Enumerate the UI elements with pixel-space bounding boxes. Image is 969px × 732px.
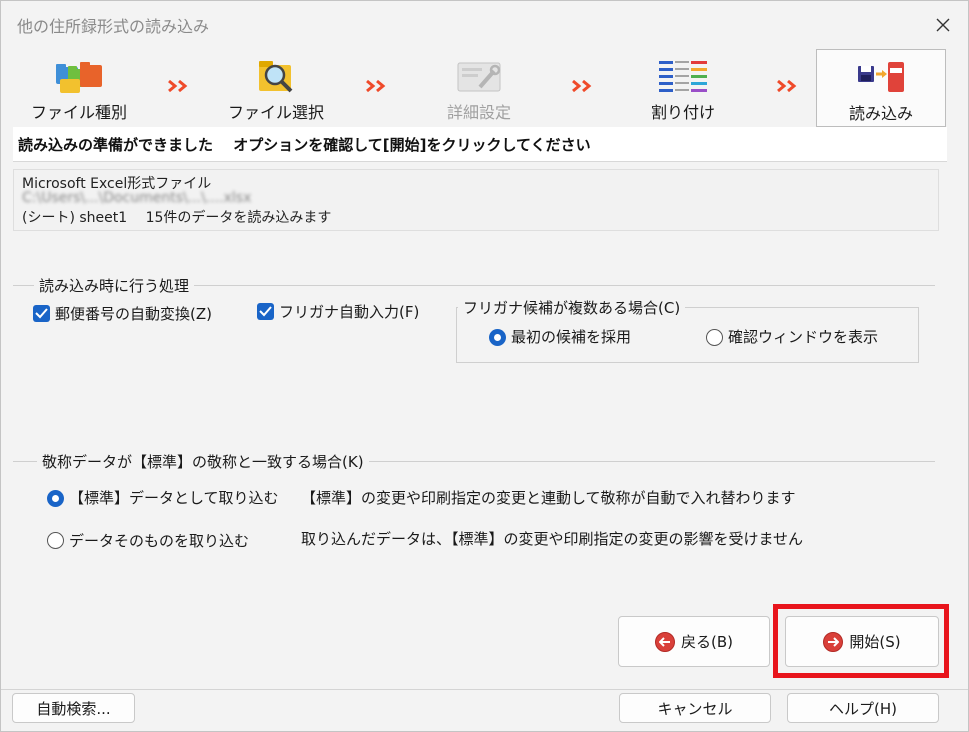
- honorific-group-title: 敬称データが【標準】の敬称と一致する場合(K): [37, 451, 369, 472]
- start-button-highlight: [773, 604, 949, 678]
- standard-data-description: 【標準】の変更や印刷指定の変更と連動して敬称が自動で入れ替わります: [301, 489, 796, 507]
- chevron-right-icon: [168, 79, 188, 93]
- file-path: C:\Users\...\Documents\...\....xlsx: [22, 190, 252, 206]
- radio-standard-data-label[interactable]: 【標準】データとして取り込む: [69, 487, 279, 508]
- status-message: 読み込みの準備ができました オプションを確認して[開始]をクリックしてください: [18, 136, 591, 154]
- back-button-label: 戻る(B): [681, 633, 733, 651]
- folders-icon: [56, 62, 102, 93]
- auto-search-button[interactable]: 自動検索...: [12, 693, 135, 723]
- radio-standard-data[interactable]: [47, 490, 64, 507]
- step-label: ファイル選択: [227, 103, 324, 122]
- close-icon: [936, 18, 950, 32]
- folder-search-icon: [259, 61, 293, 93]
- chevron-right-icon: [777, 79, 797, 93]
- step-detail-settings: 詳細設定: [415, 49, 543, 125]
- chevron-right-icon: [366, 79, 386, 93]
- auto-search-label: 自動検索...: [36, 699, 111, 718]
- step-label: 割り付け: [650, 103, 715, 122]
- step-label: 詳細設定: [446, 103, 511, 122]
- field-mapping-icon: [659, 61, 707, 92]
- import-dialog: 他の住所録形式の読み込み ファイル種別 ファイル選択 詳細設定 割り付け 読み込…: [0, 0, 969, 732]
- step-label: 読み込み: [848, 104, 913, 123]
- import-summary: (シート) sheet1 15件のデータを読み込みます: [22, 210, 332, 226]
- chevron-right-icon: [572, 79, 592, 93]
- check-icon: [259, 306, 272, 317]
- back-button[interactable]: 戻る(B): [618, 616, 770, 667]
- status-header: 読み込みの準備ができました オプションを確認して[開始]をクリックしてください: [13, 127, 947, 162]
- cancel-button[interactable]: キャンセル: [619, 693, 771, 723]
- settings-tools-icon: [457, 62, 501, 92]
- step-file-select[interactable]: ファイル選択: [212, 49, 340, 125]
- title-bar: 他の住所録形式の読み込み: [1, 1, 968, 45]
- file-info-box: Microsoft Excel形式ファイル C:\Users\...\Docum…: [13, 169, 939, 231]
- furigana-multi-title: フリガナ候補が複数ある場合(C): [458, 297, 686, 318]
- raw-data-description: 取り込んだデータは、【標準】の変更や印刷指定の変更の影響を受けません: [301, 530, 804, 548]
- radio-first-candidate[interactable]: [489, 329, 506, 346]
- postal-convert-label[interactable]: 郵便番号の自動変換(Z): [55, 303, 212, 324]
- step-mapping[interactable]: 割り付け: [619, 49, 747, 125]
- radio-confirm-window[interactable]: [706, 329, 723, 346]
- help-label: ヘルプ(H): [829, 699, 897, 718]
- furigana-auto-label[interactable]: フリガナ自動入力(F): [279, 301, 419, 322]
- radio-first-candidate-label[interactable]: 最初の候補を採用: [511, 326, 631, 347]
- step-label: ファイル種別: [30, 103, 127, 122]
- processing-group-title: 読み込み時に行う処理: [34, 275, 195, 296]
- step-file-type[interactable]: ファイル種別: [15, 49, 143, 125]
- arrow-left-icon: [655, 631, 675, 652]
- window-title: 他の住所録形式の読み込み: [17, 17, 210, 36]
- help-button[interactable]: ヘルプ(H): [787, 693, 939, 723]
- radio-confirm-window-label[interactable]: 確認ウィンドウを表示: [728, 326, 878, 347]
- import-book-icon: [858, 62, 904, 92]
- radio-raw-data[interactable]: [47, 532, 64, 549]
- check-icon: [35, 308, 48, 319]
- close-button[interactable]: [929, 11, 957, 39]
- furigana-auto-checkbox[interactable]: [257, 303, 274, 320]
- step-import[interactable]: 読み込み: [816, 49, 946, 127]
- cancel-label: キャンセル: [657, 699, 733, 718]
- footer-divider: [1, 689, 968, 690]
- postal-convert-checkbox[interactable]: [33, 305, 50, 322]
- radio-raw-data-label[interactable]: データそのものを取り込む: [69, 530, 249, 551]
